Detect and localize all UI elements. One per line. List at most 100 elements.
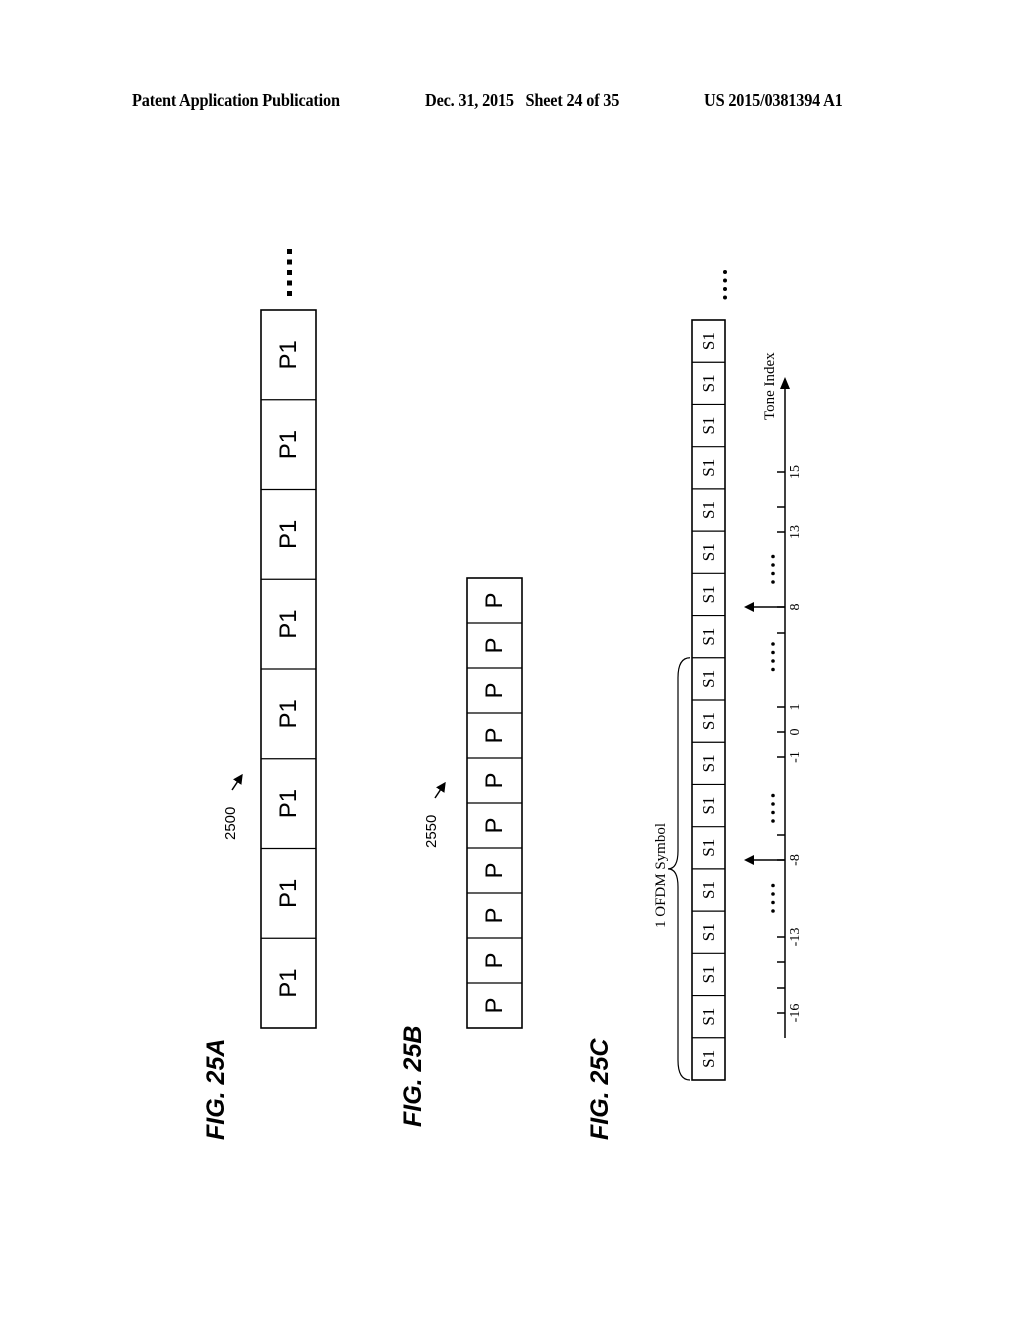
cell-label: P bbox=[481, 952, 508, 968]
symbol-cell: S1 bbox=[692, 839, 725, 870]
pilot-cell: P1 bbox=[261, 789, 316, 850]
tick-label: -8 bbox=[788, 854, 803, 866]
tick-label: 1 bbox=[788, 704, 803, 711]
ofdm-symbol-brace-icon bbox=[667, 657, 691, 1081]
cell-label: S1 bbox=[699, 332, 718, 350]
cell-label: S1 bbox=[699, 754, 718, 772]
symbol-cell: S1 bbox=[692, 374, 725, 406]
dot bbox=[723, 278, 727, 283]
pilot-cell: P bbox=[467, 862, 522, 894]
pilot-cell: P1 bbox=[261, 699, 316, 760]
symbol-cell: S1 bbox=[692, 923, 725, 954]
dot bbox=[771, 883, 775, 888]
cell-label: S1 bbox=[699, 923, 718, 941]
cell-label: P1 bbox=[275, 609, 302, 638]
cell-label: S1 bbox=[699, 712, 718, 730]
reference-arrow-icon bbox=[231, 773, 243, 791]
reference-arrow-icon bbox=[434, 781, 446, 799]
pilot-cell: P bbox=[467, 817, 522, 849]
cell-label: S1 bbox=[699, 543, 718, 561]
dot bbox=[771, 793, 775, 798]
cell-label: S1 bbox=[699, 965, 718, 983]
ellipsis-dots-icon bbox=[771, 642, 775, 672]
reference-number: 2550 bbox=[423, 815, 440, 848]
dot bbox=[771, 819, 775, 823]
cell-label: P bbox=[481, 592, 508, 608]
continuation-dots-icon bbox=[723, 270, 727, 300]
pilot-cell: P1 bbox=[261, 340, 316, 401]
pilot-cell: P bbox=[467, 682, 522, 714]
pilot-cell-row: P P P P P P P P P P bbox=[466, 577, 523, 1029]
symbol-cell: S1 bbox=[692, 628, 725, 659]
symbol-cell: S1 bbox=[692, 881, 725, 912]
symbol-cell-row: S1 S1 S1 S1 S1 S1 S1 S1 S1 S1 S1 S1 S1 S1 S1 S1 S1 S1 bbox=[691, 319, 726, 1081]
symbol-cell: S1 bbox=[692, 543, 725, 574]
dot bbox=[771, 909, 775, 913]
dot bbox=[287, 259, 292, 265]
symbol-cell: S1 bbox=[692, 501, 725, 532]
pilot-cell: P bbox=[467, 592, 522, 624]
dot bbox=[771, 563, 775, 567]
pilot-cell: P1 bbox=[275, 968, 302, 997]
dot bbox=[287, 291, 292, 296]
cell-label: S1 bbox=[699, 417, 718, 435]
cell-label: P bbox=[481, 862, 508, 878]
pilot-tone-arrows bbox=[744, 602, 785, 865]
cell-label: S1 bbox=[699, 374, 718, 392]
symbol-cell: S1 bbox=[692, 670, 725, 701]
dot bbox=[723, 287, 727, 291]
ellipsis-dots-icon bbox=[771, 883, 775, 913]
symbol-cell: S1 bbox=[692, 1008, 725, 1039]
reference-2500: 2500 bbox=[222, 773, 243, 840]
tick-label: 0 bbox=[788, 729, 803, 736]
pilot-cell: P bbox=[467, 952, 522, 984]
figure-label: FIG. 25A bbox=[202, 1039, 230, 1140]
symbol-cell: S1 bbox=[699, 1050, 718, 1068]
pilot-arrowhead bbox=[744, 855, 754, 865]
symbol-cell: S1 bbox=[692, 754, 725, 786]
figure-25b: FIG. 25B 2550 P P P P P P P P P P bbox=[399, 577, 523, 1127]
pilot-cell: P bbox=[467, 727, 522, 759]
tick-label: 8 bbox=[788, 604, 803, 611]
dot bbox=[771, 659, 775, 663]
cell-label: S1 bbox=[699, 670, 718, 688]
cell-label: S1 bbox=[699, 1008, 718, 1026]
dot bbox=[771, 892, 775, 896]
tone-index-axis: Tone Index -16 -13 -8 -1 0 1 8 13 15 bbox=[744, 352, 803, 1038]
tick-label: 13 bbox=[788, 525, 803, 539]
dot bbox=[771, 571, 775, 576]
ofdm-symbol-label: 1 OFDM Symbol bbox=[653, 823, 669, 928]
cell-label: P bbox=[481, 682, 508, 698]
cell-label: P bbox=[481, 772, 508, 788]
reference-2550: 2550 bbox=[423, 781, 446, 848]
cell-label: S1 bbox=[699, 839, 718, 857]
ellipsis-dots-icon bbox=[771, 554, 775, 584]
ellipsis-dots-icon bbox=[771, 793, 775, 823]
pilot-cell: P1 bbox=[261, 520, 316, 580]
figure-25a: FIG. 25A 2500 P1 P1 P1 P1 P1 P1 P1 P1 bbox=[202, 249, 317, 1140]
cell-label: P bbox=[481, 637, 508, 653]
dot bbox=[771, 667, 775, 672]
axis-tick: 0 bbox=[777, 729, 803, 736]
dot bbox=[771, 554, 775, 559]
cell-label: P1 bbox=[275, 879, 302, 908]
figure-label: FIG. 25B bbox=[399, 1026, 427, 1127]
pilot-arrowhead bbox=[744, 602, 754, 612]
axis-tick: -1 bbox=[777, 751, 803, 763]
cell-label: P1 bbox=[275, 340, 302, 369]
axis-tick: -16 bbox=[777, 1004, 803, 1022]
dot bbox=[723, 270, 727, 274]
cell-label: P bbox=[481, 907, 508, 923]
cell-label: S1 bbox=[699, 459, 718, 477]
cell-label: P1 bbox=[275, 789, 302, 818]
cell-label: S1 bbox=[699, 797, 718, 815]
cell-label: P bbox=[481, 997, 508, 1013]
cell-label: P bbox=[481, 817, 508, 833]
symbol-cell: S1 bbox=[692, 712, 725, 743]
tick-label: -1 bbox=[788, 751, 803, 763]
pilot-cell: P1 bbox=[261, 430, 316, 491]
dot bbox=[287, 270, 292, 275]
pilot-cell-row: P1 P1 P1 P1 P1 P1 P1 P1 bbox=[260, 309, 317, 1029]
cell-label: S1 bbox=[699, 881, 718, 899]
cell-label: S1 bbox=[699, 1050, 718, 1068]
